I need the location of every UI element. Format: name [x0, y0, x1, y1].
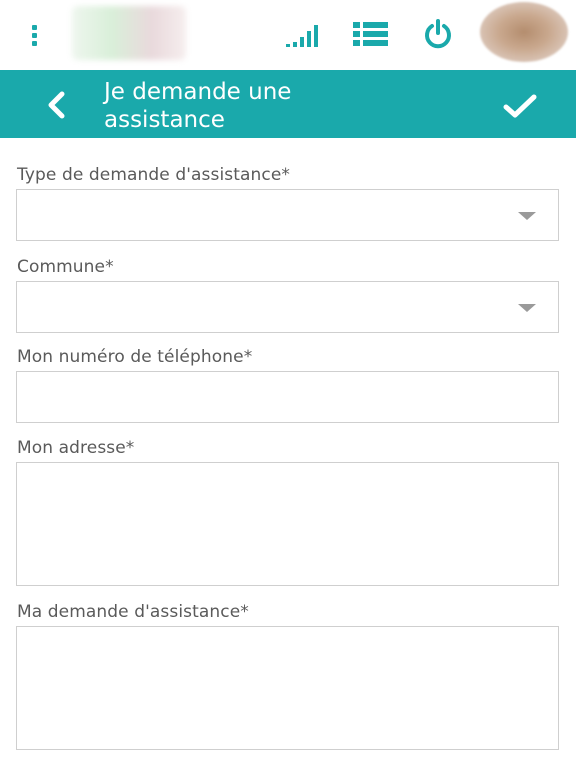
brand-logo	[72, 6, 186, 60]
power-icon[interactable]	[422, 18, 454, 50]
top-bar	[0, 0, 576, 70]
back-button[interactable]	[40, 88, 74, 122]
address-label: Mon adresse*	[17, 438, 135, 458]
list-icon[interactable]	[352, 20, 390, 48]
phone-input[interactable]	[16, 371, 559, 423]
commune-label: Commune*	[17, 257, 114, 277]
type-label: Type de demande d'assistance*	[17, 165, 290, 185]
request-label: Ma demande d'assistance*	[17, 602, 249, 622]
menu-dot	[31, 24, 37, 30]
avatar[interactable]	[480, 2, 568, 62]
commune-select[interactable]	[16, 281, 559, 333]
title-bar: Je demande une assistance	[0, 70, 576, 138]
menu-dot	[31, 40, 37, 46]
menu-dot	[31, 32, 37, 38]
caret-down-icon	[518, 212, 536, 220]
caret-down-icon	[518, 304, 536, 312]
menu-icon[interactable]	[24, 20, 44, 50]
type-select[interactable]	[16, 189, 559, 241]
confirm-button[interactable]	[500, 90, 540, 122]
phone-label: Mon numéro de téléphone*	[17, 347, 253, 367]
page-title: Je demande une assistance	[104, 79, 292, 133]
address-textarea[interactable]	[16, 462, 559, 586]
signal-icon	[286, 25, 318, 47]
request-textarea[interactable]	[16, 626, 559, 750]
